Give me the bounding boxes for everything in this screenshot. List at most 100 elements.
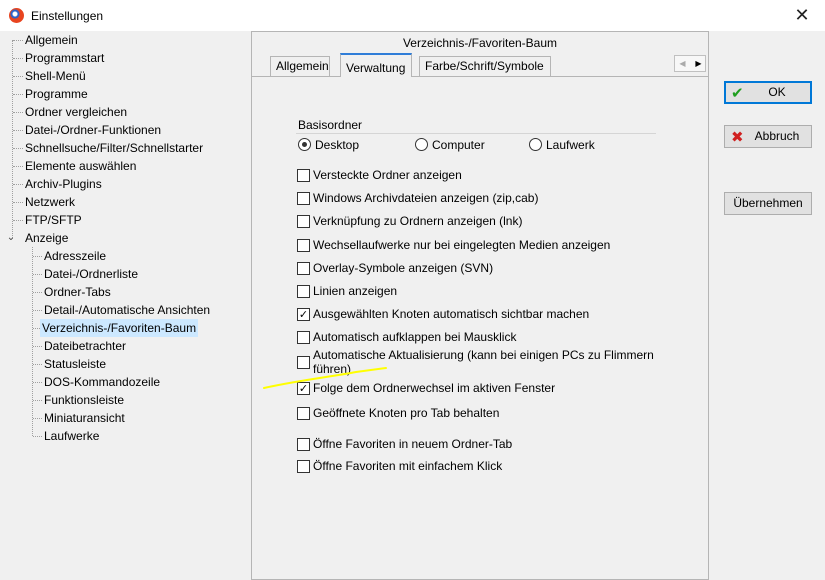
tab-allgemein[interactable]: Allgemein [270, 56, 330, 76]
tree-item-miniaturansicht[interactable]: Miniaturansicht [42, 409, 127, 427]
checkbox-box[interactable] [297, 215, 310, 228]
checkbox-label: Wechsellaufwerke nur bei eingelegten Med… [313, 238, 611, 252]
checkbox-label: Geöffnete Knoten pro Tab behalten [313, 406, 500, 420]
chevron-down-icon[interactable]: ⌄ [5, 232, 17, 244]
checkbox-box[interactable] [297, 192, 310, 205]
radio-unselected-icon [529, 138, 542, 151]
tree-item-verzeichnis-favoriten-baum[interactable]: Verzeichnis-/Favoriten-Baum [40, 319, 199, 337]
tree-item-detail-ansichten[interactable]: Detail-/Automatische Ansichten [42, 301, 212, 319]
checkbox-label: Windows Archivdateien anzeigen (zip,cab) [313, 191, 539, 205]
tree-branch [33, 310, 42, 311]
radio-laufwerk[interactable]: Laufwerk [529, 137, 595, 153]
tree-branch [33, 418, 42, 419]
checkbox-box[interactable] [297, 239, 310, 252]
tree-item-programme[interactable]: Programme [23, 85, 90, 103]
tree-connector [12, 40, 13, 238]
radio-desktop[interactable]: Desktop [298, 137, 359, 153]
apply-button-label: Übernehmen [733, 196, 803, 210]
tree-item-dateibetrachter[interactable]: Dateibetrachter [42, 337, 128, 355]
checkbox-box[interactable] [297, 262, 310, 275]
tree-item-laufwerke[interactable]: Laufwerke [42, 427, 101, 445]
group-divider [296, 133, 656, 134]
ok-button-label: OK [768, 85, 786, 99]
checkbox-label: Automatische Aktualisierung (kann bei ei… [313, 348, 654, 376]
checkbox-label: Ausgewählten Knoten automatisch sichtbar… [313, 307, 590, 321]
tree-item-dos-kommandozeile[interactable]: DOS-Kommandozeile [42, 373, 162, 391]
tree-item-shell-menu[interactable]: Shell-Menü [23, 67, 88, 85]
title-bar: Einstellungen ✕ [0, 0, 825, 31]
tab-farbe-schrift-symbole[interactable]: Farbe/Schrift/Symbole [419, 56, 551, 76]
checkbox-box[interactable] [297, 460, 310, 473]
checkbox-label: Linien anzeigen [313, 284, 398, 298]
cancel-button-label: Abbruch [754, 129, 800, 143]
radio-selected-icon [298, 138, 311, 151]
checkmark-icon: ✔ [731, 84, 744, 102]
basisordner-group-title: Basisordner [298, 118, 363, 132]
tab-scroll-buttons: ◀ ▶ [674, 55, 706, 72]
scroll-right-icon[interactable]: ▶ [691, 56, 706, 71]
tree-item-allgemein[interactable]: Allgemein [23, 31, 80, 49]
checkbox-label: Öffne Favoriten in neuem Ordner-Tab [313, 437, 513, 451]
checkbox-box[interactable] [297, 285, 310, 298]
checkbox-box[interactable] [297, 356, 310, 369]
checkbox-box[interactable] [297, 169, 310, 182]
radio-computer[interactable]: Computer [415, 137, 485, 153]
tree-branch [13, 220, 23, 221]
tree-item-anzeige[interactable]: Anzeige [23, 229, 70, 247]
tree-branch [33, 364, 42, 365]
tree-branch [33, 292, 42, 293]
tree-item-programmstart[interactable]: Programmstart [23, 49, 106, 67]
radio-unselected-icon [415, 138, 428, 151]
tree-item-funktionsleiste[interactable]: Funktionsleiste [42, 391, 126, 409]
tree-item-elemente-auswaehlen[interactable]: Elemente auswählen [23, 157, 138, 175]
tree-branch [33, 346, 42, 347]
checkbox-box[interactable] [297, 407, 310, 420]
cross-icon: ✖ [731, 128, 744, 146]
tab-verwaltung[interactable]: Verwaltung [340, 53, 412, 77]
apply-button[interactable]: Übernehmen [724, 192, 812, 215]
tree-item-ordner-tabs[interactable]: Ordner-Tabs [42, 283, 113, 301]
radio-computer-label: Computer [432, 138, 485, 152]
tree-branch [13, 40, 23, 41]
checkbox-box[interactable] [297, 331, 310, 344]
tree-branch [33, 382, 42, 383]
tree-branch [33, 436, 42, 437]
cancel-button[interactable]: ✖ Abbruch [724, 125, 812, 148]
checkbox-label: Versteckte Ordner anzeigen [313, 168, 462, 182]
radio-desktop-label: Desktop [315, 138, 360, 152]
tree-item-statusleiste[interactable]: Statusleiste [42, 355, 108, 373]
checkbox-box[interactable]: ✓ [297, 308, 310, 321]
ok-button[interactable]: ✔ OK [724, 81, 812, 104]
checkbox-box[interactable]: ✓ [297, 382, 310, 395]
scroll-left-icon[interactable]: ◀ [675, 56, 690, 71]
tree-item-netzwerk[interactable]: Netzwerk [23, 193, 77, 211]
tree-branch [13, 184, 23, 185]
app-icon [9, 8, 24, 23]
tree-branch [33, 400, 42, 401]
checkbox-label: Folge dem Ordnerwechsel im aktiven Fenst… [313, 381, 556, 395]
tree-item-adresszeile[interactable]: Adresszeile [42, 247, 108, 265]
checkbox-label: Overlay-Symbole anzeigen (SVN) [313, 261, 494, 275]
tree-item-archiv-plugins[interactable]: Archiv-Plugins [23, 175, 104, 193]
tree-connector [32, 247, 33, 436]
tree-branch [13, 94, 23, 95]
tree-branch [13, 166, 23, 167]
panel-title: Verzeichnis-/Favoriten-Baum [402, 36, 558, 50]
tree-item-datei-ordner-funktionen[interactable]: Datei-/Ordner-Funktionen [23, 121, 163, 139]
tree-branch [13, 76, 23, 77]
radio-laufwerk-label: Laufwerk [546, 138, 595, 152]
tree-branch [13, 202, 23, 203]
tree-branch [33, 256, 42, 257]
checkbox-label: Verknüpfung zu Ordnern anzeigen (lnk) [313, 214, 523, 228]
tab-strip-border [252, 76, 708, 77]
tree-item-ordner-vergleichen[interactable]: Ordner vergleichen [23, 103, 129, 121]
tree-item-schnellsuche[interactable]: Schnellsuche/Filter/Schnellstarter [23, 139, 205, 157]
tree-branch [13, 130, 23, 131]
tree-branch [13, 112, 23, 113]
settings-panel: Verzeichnis-/Favoriten-Baum Allgemein Ve… [251, 31, 709, 580]
tree-item-ftp-sftp[interactable]: FTP/SFTP [23, 211, 84, 229]
close-button[interactable]: ✕ [779, 0, 825, 31]
tree-item-datei-ordnerliste[interactable]: Datei-/Ordnerliste [42, 265, 140, 283]
checkbox-label: Öffne Favoriten mit einfachem Klick [313, 459, 503, 473]
checkbox-box[interactable] [297, 438, 310, 451]
